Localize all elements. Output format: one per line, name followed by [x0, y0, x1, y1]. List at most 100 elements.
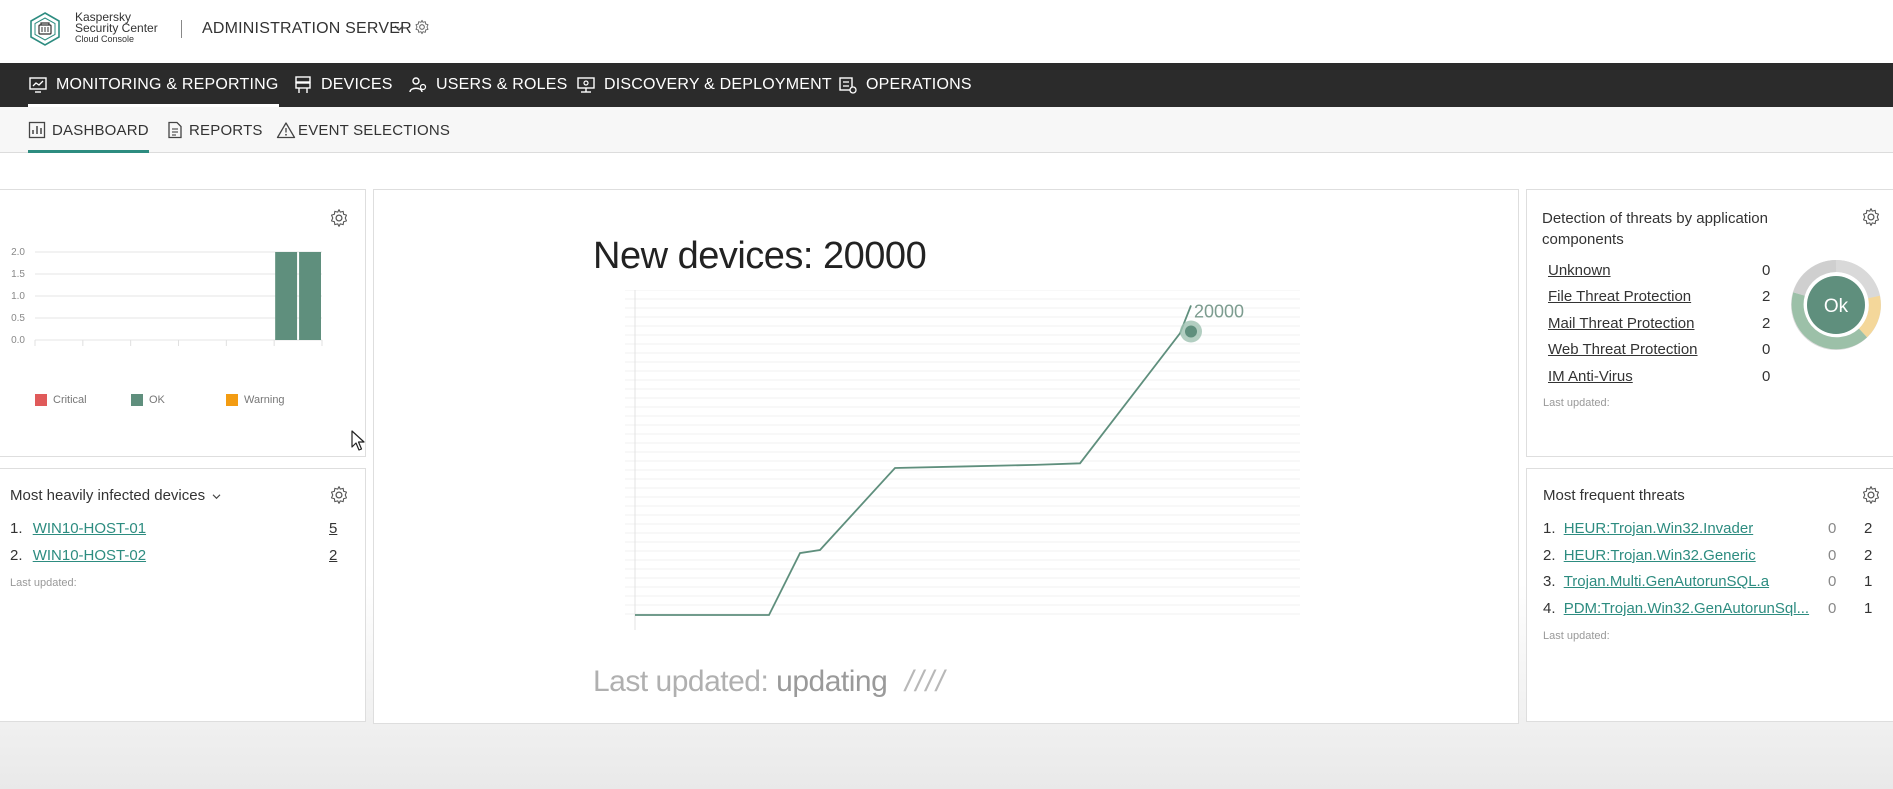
gear-icon[interactable]: [1861, 485, 1881, 505]
status-donut-chart: Ok: [1791, 260, 1881, 350]
y-tick-label: 0.5: [11, 313, 25, 324]
gear-icon[interactable]: [414, 19, 430, 35]
component-link-web-threat[interactable]: Web Threat Protection: [1548, 341, 1698, 358]
last-updated-status: Last updated: updating: [593, 665, 888, 699]
donut-status-text: Ok: [1824, 296, 1849, 317]
infected-devices-title[interactable]: Most heavily infected devices: [10, 487, 221, 504]
component-count: 2: [1762, 315, 1771, 332]
legend-label: Critical: [53, 394, 87, 406]
kaspersky-logo-icon: [30, 12, 60, 46]
tab-event-selections[interactable]: EVENT SELECTIONS: [276, 107, 450, 153]
list-item: 1. HEUR:Trojan.Win32.Invader: [1543, 520, 1753, 537]
gear-icon[interactable]: [329, 208, 349, 228]
row-number: 1.: [10, 520, 23, 537]
threat-detection-title: Detection of threats by application comp…: [1542, 210, 1768, 248]
warning-triangle-icon: [276, 122, 296, 139]
tab-dashboard[interactable]: DASHBOARD: [28, 107, 149, 153]
frequent-threats-widget: [1526, 468, 1893, 722]
row-number: 2.: [1543, 547, 1556, 564]
row-number: 4.: [1543, 600, 1556, 617]
server-selector[interactable]: ADMINISTRATION SERVER: [202, 20, 412, 38]
last-updated-label: Last updated:: [1543, 397, 1610, 409]
list-item: 2. HEUR:Trojan.Win32.Generic: [1543, 547, 1756, 564]
y-tick-label: 2.0: [11, 247, 25, 258]
component-count: 0: [1762, 341, 1771, 358]
threat-count-a: 0: [1828, 573, 1837, 590]
data-label: 20000: [1194, 301, 1244, 321]
legend-swatch: [131, 394, 143, 406]
mouse-cursor-icon: [351, 430, 365, 451]
threat-count-a: 0: [1828, 600, 1837, 617]
infection-count-link[interactable]: 5: [329, 520, 337, 537]
end-point: [1185, 325, 1197, 338]
list-item: 2. WIN10-HOST-02: [10, 547, 146, 564]
component-link-unknown[interactable]: Unknown: [1548, 262, 1611, 279]
nav-label: DISCOVERY & DEPLOYMENT: [604, 76, 832, 93]
threat-link[interactable]: Trojan.Multi.GenAutorunSQL.a: [1564, 573, 1769, 590]
legend-label: Warning: [244, 394, 285, 406]
nav-operations[interactable]: OPERATIONS: [838, 63, 972, 107]
infection-count-link[interactable]: 2: [329, 547, 337, 564]
last-updated-label: Last updated:: [10, 577, 77, 589]
threat-count-b: 2: [1864, 547, 1873, 564]
infected-devices-widget: [0, 468, 366, 722]
tab-label: REPORTS: [189, 121, 263, 139]
threat-count-a: 0: [1828, 520, 1837, 537]
last-updated-value: updating: [776, 665, 888, 698]
threat-link[interactable]: HEUR:Trojan.Win32.Invader: [1564, 520, 1754, 537]
component-link-im-antivirus[interactable]: IM Anti-Virus: [1548, 368, 1633, 385]
bar: [299, 252, 321, 340]
component-count: 0: [1762, 368, 1771, 385]
top-bar: Kaspersky Security Center Cloud Console …: [0, 0, 1893, 63]
chevron-down-icon[interactable]: [394, 24, 404, 32]
legend-swatch: [226, 394, 238, 406]
last-updated-label: Last updated:: [593, 665, 769, 698]
list-item: 1. WIN10-HOST-01: [10, 520, 146, 537]
y-tick-label: 1.0: [11, 291, 25, 302]
component-count: 0: [1762, 262, 1771, 279]
row-number: 3.: [1543, 573, 1556, 590]
nav-users-roles[interactable]: USERS & ROLES: [408, 63, 568, 107]
nav-devices[interactable]: DEVICES: [293, 63, 393, 107]
y-tick-label: 0.0: [11, 335, 25, 346]
brand-line-2: Security Center: [75, 21, 158, 35]
nav-discovery-deployment[interactable]: DISCOVERY & DEPLOYMENT: [576, 63, 832, 107]
chevron-down-icon[interactable]: [212, 493, 221, 500]
list-item: 3. Trojan.Multi.GenAutorunSQL.a: [1543, 573, 1769, 590]
row-number: 2.: [10, 547, 23, 564]
operations-icon: [839, 77, 857, 94]
users-icon: [409, 77, 427, 93]
divider: [181, 20, 182, 38]
threat-count-a: 0: [1828, 547, 1837, 564]
monitor-chart-icon: [29, 77, 47, 93]
device-link[interactable]: WIN10-HOST-02: [33, 547, 146, 564]
nav-monitoring-reporting[interactable]: MONITORING & REPORTING: [28, 63, 279, 107]
widget-title-text: Most heavily infected devices: [10, 487, 206, 504]
gear-icon[interactable]: [1861, 207, 1881, 227]
nav-label: MONITORING & REPORTING: [56, 76, 279, 93]
threat-link[interactable]: PDM:Trojan.Win32.GenAutorunSql...: [1564, 600, 1809, 617]
list-item: 4. PDM:Trojan.Win32.GenAutorunSql...: [1543, 600, 1813, 617]
sub-navigation: DASHBOARD REPORTS EVENT SELECTIONS: [0, 107, 1893, 153]
legend-swatch: [35, 394, 47, 406]
tab-reports[interactable]: REPORTS: [167, 107, 263, 153]
legend-ok: OK: [131, 394, 165, 406]
tab-label: DASHBOARD: [52, 121, 149, 139]
threat-count-b: 1: [1864, 573, 1873, 590]
component-link-file-threat[interactable]: File Threat Protection: [1548, 288, 1691, 305]
component-link-mail-threat[interactable]: Mail Threat Protection: [1548, 315, 1694, 332]
row-number: 1.: [1543, 520, 1556, 537]
device-link[interactable]: WIN10-HOST-01: [33, 520, 146, 537]
new-devices-line-chart: 20000: [625, 290, 1300, 630]
tab-label: EVENT SELECTIONS: [298, 121, 451, 139]
document-icon: [168, 121, 182, 139]
frequent-threats-title: Most frequent threats: [1543, 487, 1685, 504]
nav-label: USERS & ROLES: [436, 76, 568, 93]
threat-link[interactable]: HEUR:Trojan.Win32.Generic: [1564, 547, 1756, 564]
component-count: 2: [1762, 288, 1771, 305]
threat-count-b: 1: [1864, 600, 1873, 617]
legend-label: OK: [149, 394, 165, 406]
gear-icon[interactable]: [329, 485, 349, 505]
dashboard-icon: [28, 121, 46, 139]
status-bar-chart: 2.0 1.5 1.0 0.5 0.0: [11, 247, 323, 346]
